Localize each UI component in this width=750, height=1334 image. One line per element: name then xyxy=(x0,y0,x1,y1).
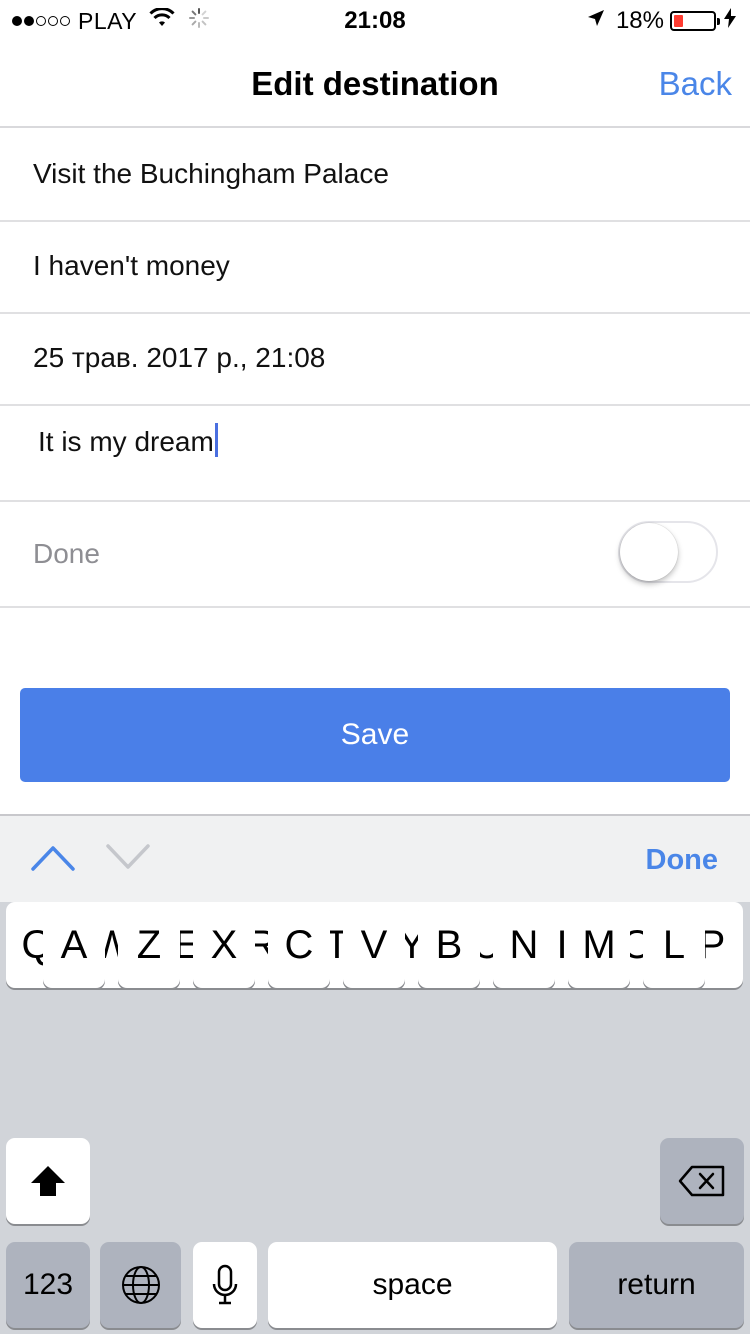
done-toggle[interactable] xyxy=(618,521,718,583)
globe-icon xyxy=(121,1266,160,1304)
title-field-value: Visit the Buchingham Palace xyxy=(33,158,389,189)
key-a[interactable]: A xyxy=(43,902,105,988)
done-label: Done xyxy=(33,538,100,569)
description-textarea[interactable]: It is my dream xyxy=(0,406,750,502)
key-c[interactable]: C xyxy=(268,902,330,988)
shift-arrow-icon xyxy=(31,1166,65,1196)
done-row: Done xyxy=(0,502,750,608)
return-key[interactable]: return xyxy=(569,1242,744,1328)
key-m[interactable]: M xyxy=(568,902,630,988)
save-button[interactable]: Save xyxy=(20,688,730,782)
location-arrow-icon xyxy=(586,7,606,35)
dictation-key[interactable] xyxy=(193,1242,257,1328)
key-n[interactable]: N xyxy=(493,902,555,988)
delete-key[interactable] xyxy=(660,1138,744,1224)
battery-percent: 18% xyxy=(615,7,664,34)
date-field[interactable]: 25 трав. 2017 р., 21:08 xyxy=(0,314,750,406)
toggle-knob xyxy=(620,523,678,581)
description-value: It is my dream xyxy=(38,426,214,457)
shift-key[interactable] xyxy=(6,1138,90,1224)
numbers-key[interactable]: 123 xyxy=(6,1242,90,1328)
note-field[interactable]: I haven't money xyxy=(0,222,750,314)
accessory-done-button[interactable]: Done xyxy=(646,844,719,877)
battery-fill xyxy=(674,15,683,27)
key-z[interactable]: Z xyxy=(118,902,180,988)
microphone-icon xyxy=(212,1264,238,1305)
globe-key[interactable] xyxy=(100,1242,181,1328)
status-bar: PLAY 21:08 18% xyxy=(0,0,750,40)
text-cursor xyxy=(214,423,218,457)
previous-field-chevron-up-icon[interactable] xyxy=(30,842,76,877)
status-right: 18% xyxy=(586,7,736,35)
screen: PLAY 21:08 18% Edit destination Back Vis… xyxy=(0,0,750,1334)
key-l[interactable]: L xyxy=(643,902,705,988)
description-text-wrap: It is my dream xyxy=(38,423,218,458)
date-field-value: 25 трав. 2017 р., 21:08 xyxy=(33,342,326,373)
back-button[interactable]: Back xyxy=(659,65,732,103)
space-key[interactable]: space xyxy=(268,1242,557,1328)
note-field-value: I haven't money xyxy=(33,250,230,281)
battery-nub xyxy=(717,18,720,25)
page-title: Edit destination xyxy=(251,65,499,102)
backspace-icon xyxy=(678,1165,725,1197)
title-field[interactable]: Visit the Buchingham Palace xyxy=(0,130,750,222)
key-b[interactable]: B xyxy=(418,902,480,988)
key-x[interactable]: X xyxy=(193,902,255,988)
key-v[interactable]: V xyxy=(343,902,405,988)
next-field-chevron-down-icon[interactable] xyxy=(105,842,151,877)
navigation-bar: Edit destination Back xyxy=(0,40,750,128)
battery-icon xyxy=(670,11,720,31)
keyboard: Q W E R T Y U I O P A S D F G H J K L Z … xyxy=(0,902,750,1334)
charging-bolt-icon xyxy=(724,7,736,35)
keyboard-accessory-bar: Done xyxy=(0,814,750,902)
